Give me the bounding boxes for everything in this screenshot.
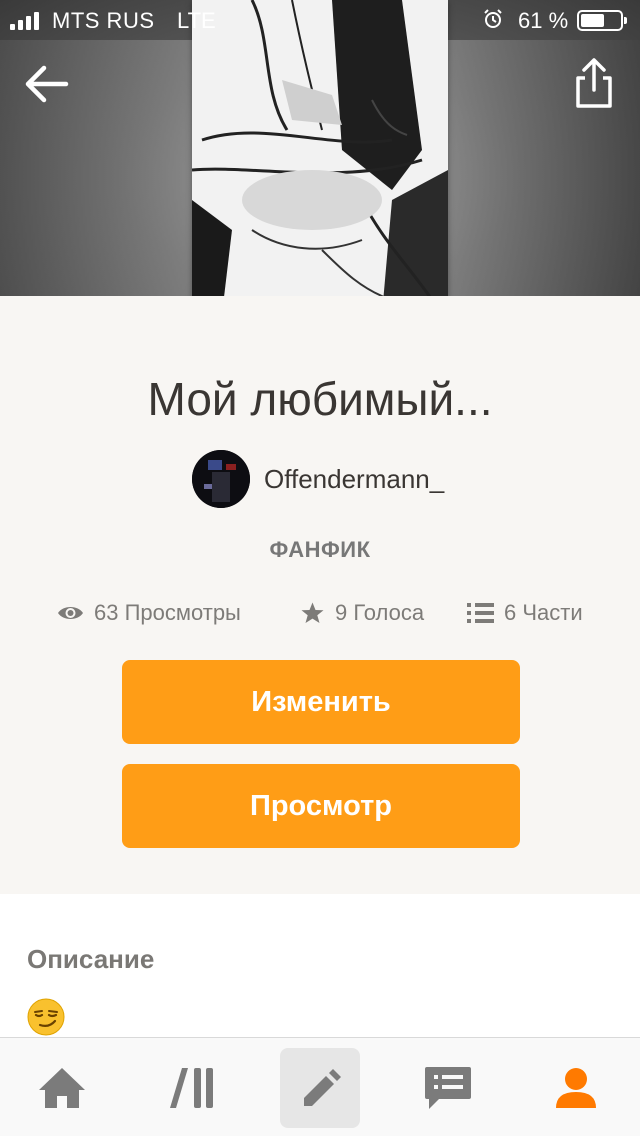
story-stats: 63 Просмотры 9 Голоса 6 Части (0, 596, 640, 630)
list-icon (467, 603, 494, 623)
network-type: LTE (177, 8, 216, 33)
votes-stat: 9 Голоса (300, 596, 424, 630)
battery-percent: 61 % (518, 8, 569, 33)
tab-profile[interactable] (536, 1048, 616, 1128)
messages-icon (425, 1067, 471, 1109)
library-icon (170, 1068, 213, 1108)
parts-stat: 6 Части (467, 596, 583, 630)
edit-button[interactable]: Изменить (122, 660, 520, 744)
views-count: 63 Просмотры (94, 600, 241, 625)
eye-icon (58, 607, 83, 619)
bottom-tab-bar (0, 1037, 640, 1136)
tab-home[interactable] (22, 1048, 102, 1128)
votes-count: 9 Голоса (335, 600, 425, 625)
cover-image (192, 0, 448, 314)
tab-write[interactable] (280, 1048, 360, 1128)
tab-library[interactable] (152, 1048, 232, 1128)
alarm-icon (484, 9, 502, 28)
author-name: Offendermann_ (264, 463, 445, 494)
signal-strength-icon (10, 12, 39, 30)
parts-count: 6 Части (504, 600, 583, 625)
carrier-name: MTS RUS (52, 8, 155, 33)
write-icon (304, 1069, 341, 1106)
views-stat: 63 Просмотры (57, 596, 241, 630)
share-icon (576, 58, 612, 108)
status-bar: MTS RUS LTE 61 % (0, 0, 640, 40)
battery-icon (577, 10, 627, 31)
tab-messages[interactable] (408, 1048, 488, 1128)
avatar (192, 450, 250, 508)
view-button[interactable]: Просмотр (122, 764, 520, 848)
story-title: Мой любимый... (147, 373, 493, 425)
profile-icon (556, 1068, 596, 1108)
story-category: ФАНФИК (269, 537, 371, 562)
home-icon (39, 1068, 85, 1108)
back-arrow-icon (25, 65, 69, 103)
smirking-face-icon (27, 998, 65, 1036)
star-icon (301, 602, 324, 623)
author-link[interactable]: Offendermann_ (192, 449, 444, 509)
share-button[interactable] (572, 56, 616, 110)
description-heading: Описание (27, 944, 155, 974)
back-button[interactable] (22, 60, 70, 108)
